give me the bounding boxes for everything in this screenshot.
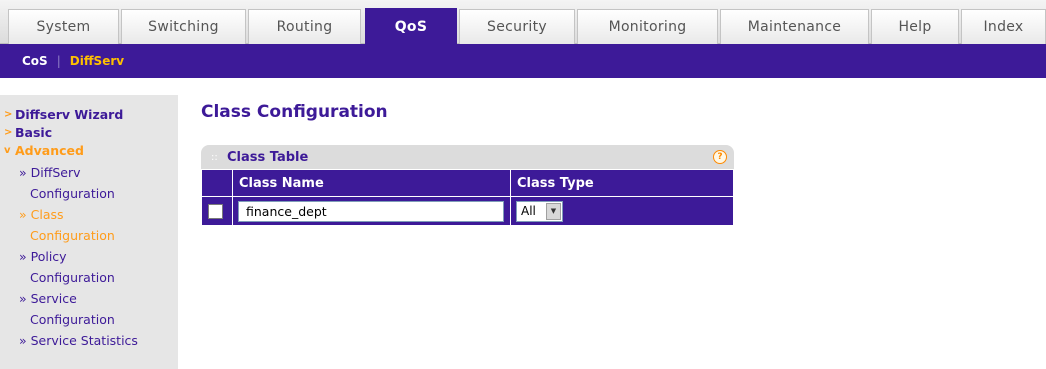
sidebar-item-label: Advanced: [15, 142, 84, 158]
sidebar-item-label: » DiffServ: [19, 165, 81, 180]
class-type-select[interactable]: All ▼: [516, 200, 563, 222]
table-header-row: Class Name Class Type: [201, 169, 734, 197]
tab-help[interactable]: Help: [871, 9, 959, 44]
page-title: Class Configuration: [201, 102, 388, 122]
panel-title: Class Table: [227, 149, 309, 165]
sub-navigation: CoS | DiffServ: [0, 44, 1046, 78]
subnav-cos[interactable]: CoS: [22, 54, 48, 68]
sidebar-item-label: Configuration: [30, 228, 115, 243]
help-icon[interactable]: ?: [713, 150, 727, 164]
sidebar-item-diffserv-configuration[interactable]: » DiffServ Configuration: [0, 162, 178, 204]
tab-qos[interactable]: QoS: [365, 8, 457, 45]
top-navigation: System Switching Routing QoS Security Mo…: [0, 0, 1046, 45]
sidebar-item-label: Configuration: [30, 312, 115, 327]
tab-maintenance[interactable]: Maintenance: [720, 9, 869, 44]
sidebar-item-label: » Class: [19, 207, 64, 222]
sidebar-item-label: Configuration: [30, 270, 115, 285]
sidebar-item-label: » Service Statistics: [19, 333, 138, 348]
grip-icon: ::: [211, 151, 218, 163]
sidebar-item-label: » Service: [19, 291, 77, 306]
sidebar-item-label: Basic: [15, 124, 53, 140]
sidebar-item-service-statistics[interactable]: » Service Statistics: [0, 330, 178, 351]
sidebar-item-service-configuration[interactable]: » Service Configuration: [0, 288, 178, 330]
tab-monitoring[interactable]: Monitoring: [577, 9, 718, 44]
subnav-diffserv[interactable]: DiffServ: [70, 54, 124, 68]
dropdown-arrow-icon[interactable]: ▼: [546, 202, 561, 220]
chevron-right-icon: >: [4, 126, 13, 138]
panel-header: :: Class Table ?: [201, 145, 734, 169]
tab-switching[interactable]: Switching: [121, 9, 246, 44]
sidebar-item-label: Configuration: [30, 186, 115, 201]
tab-routing[interactable]: Routing: [248, 9, 361, 44]
sidebar: > Diffserv Wizard > Basic v Advanced » D…: [0, 95, 178, 369]
sidebar-item-class-configuration[interactable]: » Class Configuration: [0, 204, 178, 246]
sidebar-item-policy-configuration[interactable]: » Policy Configuration: [0, 246, 178, 288]
select-column-header: [201, 169, 233, 197]
class-table-panel: :: Class Table ? Class Name Class Type A…: [201, 145, 734, 226]
class-type-cell: All ▼: [510, 196, 734, 226]
row-select-checkbox[interactable]: [208, 203, 223, 219]
class-table: Class Name Class Type All ▼: [201, 169, 734, 226]
column-header-class-type[interactable]: Class Type: [510, 169, 734, 197]
tab-security[interactable]: Security: [459, 9, 575, 44]
sidebar-item-label: Diffserv Wizard: [15, 106, 124, 122]
sidebar-item-diffserv-wizard[interactable]: > Diffserv Wizard: [0, 105, 178, 123]
chevron-right-icon: >: [4, 108, 13, 120]
class-name-input[interactable]: [238, 200, 504, 222]
sidebar-item-basic[interactable]: > Basic: [0, 123, 178, 141]
select-cell: [201, 196, 233, 226]
tab-system[interactable]: System: [8, 9, 119, 44]
tab-index[interactable]: Index: [961, 9, 1046, 44]
sidebar-item-label: » Policy: [19, 249, 67, 264]
table-row: All ▼: [201, 196, 734, 226]
subnav-separator: |: [56, 54, 61, 68]
sidebar-item-advanced[interactable]: v Advanced: [0, 141, 178, 159]
class-type-value: All: [521, 204, 536, 219]
column-header-class-name[interactable]: Class Name: [232, 169, 511, 197]
class-name-cell: [232, 196, 511, 226]
chevron-down-icon: v: [4, 144, 11, 156]
